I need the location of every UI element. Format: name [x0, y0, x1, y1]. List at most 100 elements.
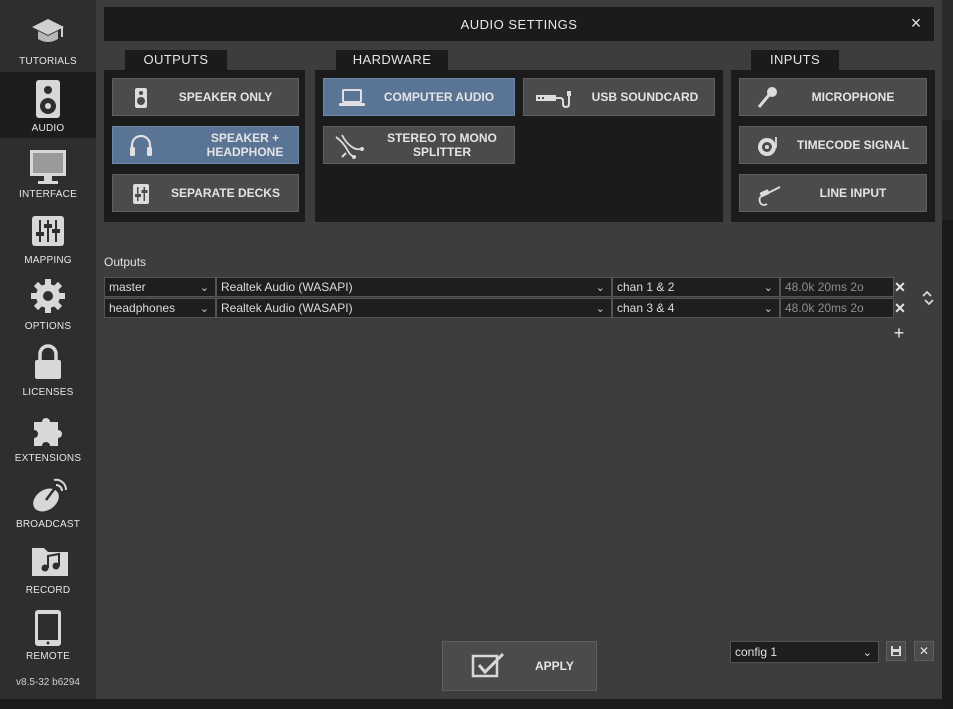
splitter-cable-icon	[335, 134, 364, 159]
tab-inputs: INPUTS	[751, 50, 839, 70]
turntable-icon	[758, 137, 777, 156]
config-value: config 1	[735, 645, 778, 659]
button-label: SPEAKER ONLY	[178, 90, 273, 104]
chevron-down-icon: ⌄	[862, 647, 872, 659]
device-select[interactable]: Realtek Audio (WASAPI) ⌄	[216, 298, 612, 318]
table-row: master ⌄ Realtek Audio (WASAPI) ⌄ chan 1…	[104, 277, 894, 297]
save-config-button[interactable]	[886, 641, 906, 661]
sidebar-item-label: AUDIO	[31, 123, 65, 134]
window-title: AUDIO SETTINGS	[460, 17, 578, 32]
stereo-to-mono-splitter-button[interactable]: STEREO TO MONO SPLITTER	[323, 126, 515, 164]
button-label: COMPUTER AUDIO	[383, 90, 495, 104]
sidebar-item-remote[interactable]: REMOTE	[0, 600, 96, 666]
sidebar-item-licenses[interactable]: LICENSES	[0, 336, 96, 402]
bottom-strip	[0, 699, 942, 709]
sidebar-item-options[interactable]: OPTIONS	[0, 270, 96, 336]
apply-button[interactable]: APPLY	[442, 641, 597, 691]
add-output-button[interactable]: +	[892, 324, 906, 342]
microphone-button[interactable]: MICROPHONE	[739, 78, 927, 116]
config-select[interactable]: config 1 ⌄	[730, 641, 879, 663]
speaker-only-button[interactable]: SPEAKER ONLY	[112, 78, 299, 116]
table-row: headphones ⌄ Realtek Audio (WASAPI) ⌄ ch…	[104, 298, 894, 318]
audio-settings-window: AUDIO SETTINGS × OUTPUTS SPEAKER ONLY SP…	[96, 0, 942, 699]
tab-hardware: HARDWARE	[336, 50, 448, 70]
channel-select[interactable]: headphones ⌄	[104, 298, 216, 318]
inputs-group: MICROPHONE TIMECODE SIGNAL LINE INPUT	[731, 70, 935, 222]
sidebar-item-label: MAPPING	[24, 255, 72, 266]
lock-icon	[35, 344, 61, 379]
laptop-icon	[339, 89, 365, 106]
sidebar-item-label: INTERFACE	[19, 189, 77, 200]
button-label: TIMECODE SIGNAL	[796, 138, 909, 152]
speaker-icon	[36, 80, 60, 118]
sidebar-item-tutorials[interactable]: TUTORIALS	[0, 5, 96, 71]
channel-value: master	[109, 280, 146, 294]
version-label: v8.5-32 b6294	[16, 677, 80, 688]
satellite-dish-icon	[33, 478, 68, 512]
close-button[interactable]: ×	[906, 13, 926, 33]
apply-label: APPLY	[535, 659, 574, 673]
sidebar-item-broadcast[interactable]: BROADCAST	[0, 468, 96, 534]
delete-config-button[interactable]: ✕	[914, 641, 934, 661]
sidebar-item-interface[interactable]: INTERFACE	[0, 138, 96, 204]
format-field[interactable]: 48.0k 20ms 2o	[780, 298, 894, 318]
title-bar: AUDIO SETTINGS ×	[104, 7, 934, 41]
chan-select[interactable]: chan 3 & 4 ⌄	[612, 298, 780, 318]
outputs-section-label: Outputs	[104, 255, 147, 269]
chevron-down-icon: ⌄	[763, 303, 773, 315]
sidebar-item-audio[interactable]: AUDIO	[0, 72, 96, 138]
speaker-icon	[135, 88, 147, 108]
sidebar-item-label: RECORD	[25, 585, 71, 596]
device-value: Realtek Audio (WASAPI)	[221, 301, 353, 315]
chevron-down-icon: ⌄	[763, 282, 773, 294]
button-label: LINE INPUT	[819, 186, 887, 200]
chevron-down-icon: ⌄	[199, 303, 209, 315]
hardware-group: COMPUTER AUDIO USB SOUNDCARD STEREO TO M…	[315, 70, 723, 222]
remove-row-button[interactable]: ✕	[894, 298, 906, 318]
sidebar-item-label: EXTENSIONS	[14, 453, 82, 464]
sidebar-item-label: REMOTE	[26, 651, 70, 662]
timecode-signal-button[interactable]: TIMECODE SIGNAL	[739, 126, 927, 164]
graduation-cap-icon	[32, 19, 64, 42]
speaker-headphone-button[interactable]: SPEAKER + HEADPHONE	[112, 126, 299, 164]
sidebar-item-label: LICENSES	[22, 387, 74, 398]
sidebar-item-extensions[interactable]: EXTENSIONS	[0, 402, 96, 468]
button-label: SPEAKER + HEADPHONE	[206, 131, 284, 159]
line-input-button[interactable]: LINE INPUT	[739, 174, 927, 212]
format-field[interactable]: 48.0k 20ms 2o	[780, 277, 894, 297]
mixer-icon	[133, 184, 149, 204]
device-value: Realtek Audio (WASAPI)	[221, 280, 353, 294]
separate-decks-button[interactable]: SEPARATE DECKS	[112, 174, 299, 212]
save-icon	[891, 646, 901, 656]
monitor-icon	[30, 150, 66, 184]
channel-select[interactable]: master ⌄	[104, 277, 216, 297]
usb-soundcard-button[interactable]: USB SOUNDCARD	[523, 78, 715, 116]
jack-cable-icon	[758, 186, 781, 206]
sidebar: TUTORIALS AUDIO INTERFACE MAPPING OPTION…	[0, 0, 96, 709]
tab-outputs: OUTPUTS	[125, 50, 227, 70]
sidebar-item-record[interactable]: RECORD	[0, 534, 96, 600]
microphone-icon	[757, 87, 777, 108]
button-label: MICROPHONE	[811, 90, 895, 104]
chan-value: chan 1 & 2	[617, 280, 675, 294]
button-label: STEREO TO MONO SPLITTER	[387, 131, 497, 159]
remove-row-button[interactable]: ✕	[894, 277, 906, 297]
chevron-down-icon: ⌄	[199, 282, 209, 294]
button-label: USB SOUNDCARD	[591, 90, 699, 104]
music-folder-icon	[32, 548, 68, 576]
tablet-icon	[35, 610, 61, 646]
gear-icon	[31, 279, 65, 313]
chevron-down-icon: ⌄	[595, 282, 605, 294]
chan-value: chan 3 & 4	[617, 301, 675, 315]
usb-soundcard-icon	[536, 91, 571, 109]
channel-value: headphones	[109, 301, 176, 315]
chan-select[interactable]: chan 1 & 2 ⌄	[612, 277, 780, 297]
puzzle-icon	[34, 418, 62, 446]
computer-audio-button[interactable]: COMPUTER AUDIO	[323, 78, 515, 116]
headphones-icon	[130, 134, 152, 156]
sidebar-item-label: OPTIONS	[24, 321, 72, 332]
sidebar-item-mapping[interactable]: MAPPING	[0, 204, 96, 270]
sliders-icon	[32, 216, 64, 246]
swap-icon[interactable]	[920, 290, 936, 306]
device-select[interactable]: Realtek Audio (WASAPI) ⌄	[216, 277, 612, 297]
